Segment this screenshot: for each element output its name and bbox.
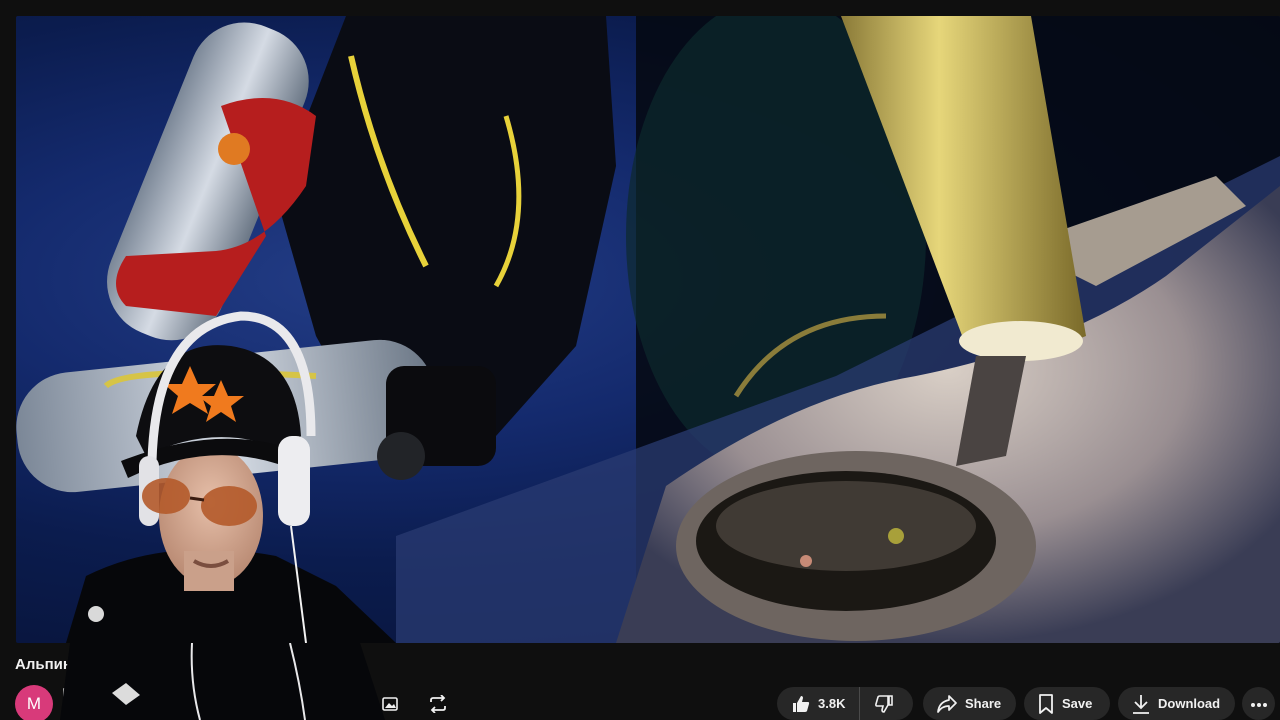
repeat-icon[interactable] bbox=[428, 694, 448, 714]
video-frame-underwater-scene bbox=[16, 16, 1280, 643]
streamer-shirt-overlay bbox=[60, 643, 385, 720]
download-icon bbox=[1132, 694, 1150, 714]
avatar-letter: M bbox=[26, 694, 42, 713]
like-dislike-group: 3.8K bbox=[777, 687, 913, 720]
youtube-watch-page: Альпин M 3.8K Share Save Download bbox=[0, 0, 1280, 720]
channel-avatar[interactable]: M bbox=[15, 685, 53, 720]
dislike-button[interactable] bbox=[860, 687, 908, 720]
save-label: Save bbox=[1062, 696, 1093, 711]
share-arrow-icon bbox=[937, 694, 957, 713]
video-player[interactable] bbox=[16, 16, 1280, 643]
more-horizontal-icon bbox=[1250, 695, 1268, 713]
share-button[interactable]: Share bbox=[923, 687, 1016, 720]
like-count: 3.8K bbox=[818, 696, 846, 711]
image-icon[interactable] bbox=[380, 694, 400, 714]
thumbs-up-icon bbox=[791, 694, 811, 714]
share-label: Share bbox=[965, 696, 1002, 711]
download-button[interactable]: Download bbox=[1118, 687, 1235, 720]
thumbs-down-icon bbox=[874, 694, 894, 714]
more-actions-button[interactable] bbox=[1242, 687, 1275, 720]
like-button[interactable]: 3.8K bbox=[777, 687, 861, 720]
save-button[interactable]: Save bbox=[1024, 687, 1110, 720]
download-label: Download bbox=[1158, 696, 1221, 711]
bookmark-icon bbox=[1038, 693, 1054, 714]
